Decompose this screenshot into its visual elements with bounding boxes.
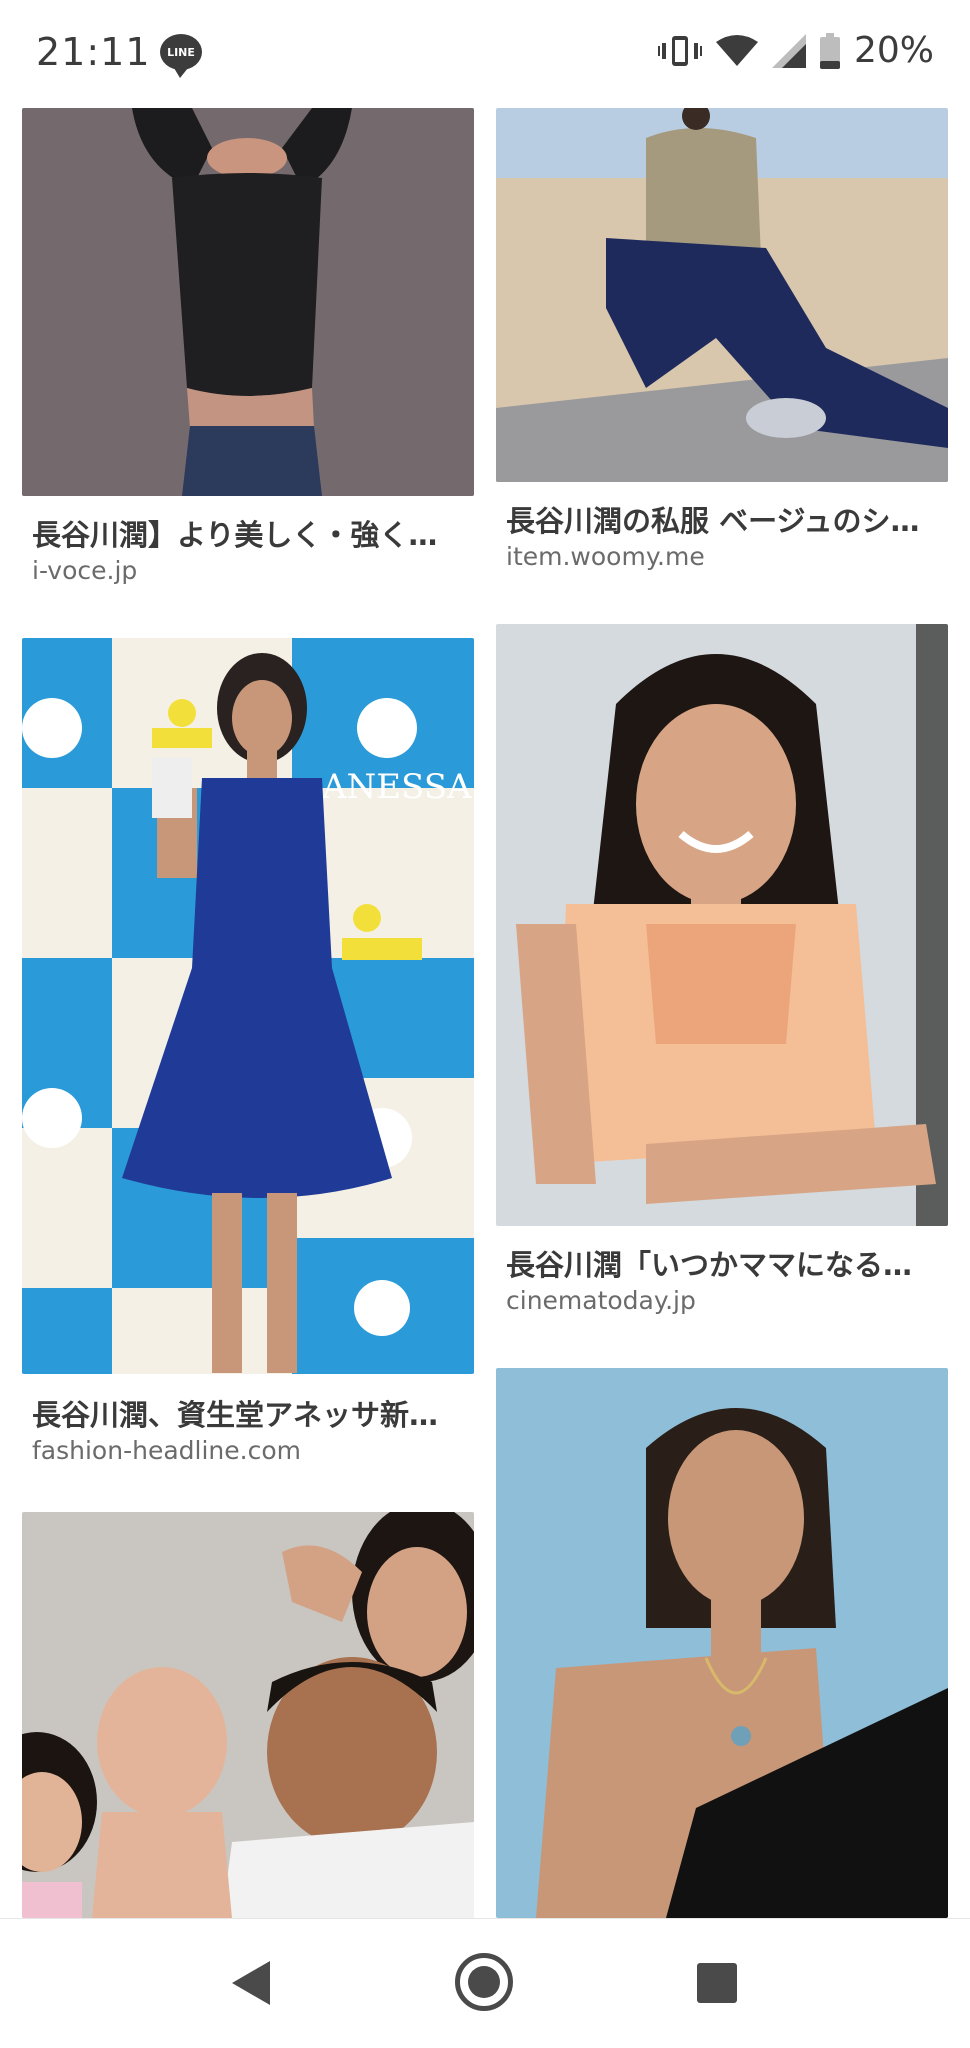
- result-thumbnail[interactable]: [496, 1368, 948, 1918]
- result-source[interactable]: i-voce.jp: [32, 556, 137, 585]
- image-result-card[interactable]: 長谷川潤】より美しく・強く… i-voce.jp: [22, 108, 474, 608]
- line-app-icon: LINE: [160, 34, 202, 78]
- image-result-card[interactable]: [22, 1512, 474, 1918]
- image-result-card[interactable]: [496, 1368, 948, 1918]
- result-source[interactable]: cinematoday.jp: [506, 1286, 696, 1315]
- image-result-card[interactable]: 長谷川潤「いつかママになる… cinematoday.jp: [496, 624, 948, 1324]
- system-nav-bar: [0, 1918, 970, 2048]
- signal-icon: [771, 33, 806, 68]
- result-thumbnail[interactable]: [22, 1512, 474, 1918]
- back-icon[interactable]: [232, 1961, 270, 2005]
- status-icons: 20%: [657, 30, 934, 71]
- result-title[interactable]: 長谷川潤「いつかママになる…: [506, 1242, 946, 1284]
- status-time: 21:11: [36, 30, 151, 74]
- wifi-icon: [715, 34, 758, 66]
- image-result-card[interactable]: 長谷川潤の私服 ベージュのシ… item.woomy.me: [496, 108, 948, 588]
- backdrop-brand-text: ANESSA: [321, 767, 472, 807]
- result-source[interactable]: item.woomy.me: [506, 542, 705, 571]
- result-source[interactable]: fashion-headline.com: [32, 1436, 301, 1465]
- result-thumbnail[interactable]: ANESSA 3.20: [22, 638, 474, 1374]
- battery-icon: [819, 32, 840, 69]
- image-result-card[interactable]: ANESSA 3.20: [22, 638, 474, 1374]
- home-icon[interactable]: [455, 1953, 513, 2011]
- battery-percent: 20%: [853, 30, 934, 71]
- vibrate-icon: [657, 35, 702, 66]
- result-thumbnail[interactable]: [496, 108, 948, 482]
- result-title[interactable]: 長谷川潤、資生堂アネッサ新…: [32, 1392, 472, 1434]
- result-title[interactable]: 長谷川潤】より美しく・強く…: [32, 512, 472, 554]
- result-title[interactable]: 長谷川潤の私服 ベージュのシ…: [506, 498, 946, 540]
- status-bar: 21:11 LINE 20%: [0, 0, 970, 108]
- result-thumbnail[interactable]: [22, 108, 474, 496]
- recents-icon[interactable]: [697, 1963, 737, 2003]
- result-thumbnail[interactable]: [496, 624, 948, 1226]
- image-results-grid[interactable]: 長谷川潤】より美しく・強く… i-voce.jp 長谷川潤の私服 ベージュのシ……: [0, 108, 970, 1918]
- backdrop-date-text: 3.20: [352, 987, 428, 1027]
